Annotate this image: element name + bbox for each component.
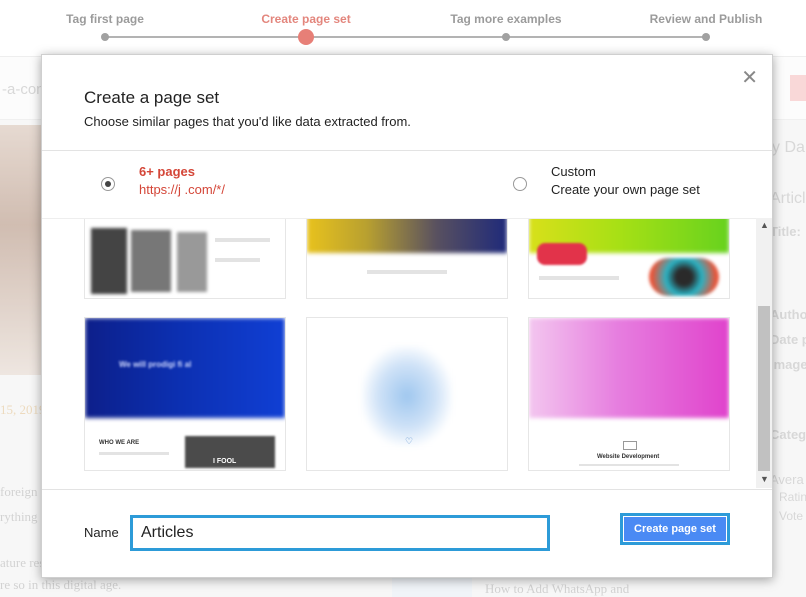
scroll-up-icon[interactable]: ▲ — [760, 220, 769, 230]
dialog-title: Create a page set — [84, 88, 220, 107]
option-pages-url: https://j .com/*/ — [139, 182, 225, 197]
radio-custom[interactable] — [513, 177, 527, 191]
option-pages-title: 6+ pages — [139, 164, 196, 179]
close-icon[interactable]: ✕ — [741, 68, 758, 88]
card-badge-text: I FOOL — [213, 458, 237, 465]
monitor-icon — [623, 441, 637, 450]
page-set-name-input[interactable] — [130, 515, 550, 551]
card-image — [131, 230, 171, 292]
card-image — [177, 232, 207, 292]
card-image — [649, 258, 719, 296]
scrollbar-thumb[interactable] — [758, 306, 770, 471]
card-text-line — [215, 238, 270, 242]
card-text-line — [579, 464, 679, 466]
option-custom-title: Custom — [551, 164, 596, 179]
card-caption: Website Development — [597, 454, 660, 460]
page-preview-card[interactable]: ♡ — [306, 317, 508, 471]
card-text-line — [99, 452, 169, 455]
card-text-line — [215, 258, 260, 262]
dialog-subtitle: Choose similar pages that you'd like dat… — [84, 114, 411, 129]
page-preview-card[interactable]: Website Development — [528, 317, 730, 471]
chevron-down-icon: ♡ — [405, 436, 414, 446]
create-page-set-dialog: ✕ Create a page set Choose similar pages… — [41, 54, 773, 578]
card-text-line — [539, 276, 619, 280]
card-hero — [362, 346, 452, 446]
card-image — [91, 228, 127, 294]
card-caption: WHO WE ARE — [99, 440, 140, 446]
page-preview-card[interactable]: We will prodigi fi al WHO WE ARE I FOOL — [84, 317, 286, 471]
create-page-set-button[interactable]: Create page set — [620, 513, 730, 545]
name-label: Name — [84, 525, 119, 540]
option-custom-subtitle: Create your own page set — [551, 182, 700, 197]
divider — [42, 150, 772, 151]
page-preview-card[interactable] — [84, 219, 286, 299]
divider — [42, 489, 772, 490]
card-hero — [529, 318, 729, 418]
scroll-down-icon[interactable]: ▼ — [760, 474, 769, 484]
preview-scrollbar[interactable]: ▲ ▼ — [756, 218, 772, 488]
card-hero-text: We will prodigi fi al — [119, 360, 192, 369]
radio-pages[interactable] — [101, 177, 115, 191]
card-badge — [537, 243, 587, 265]
card-text-line — [367, 270, 447, 274]
page-preview-card[interactable] — [528, 219, 730, 299]
page-preview-grid: We will prodigi fi al WHO WE ARE I FOOL … — [42, 218, 756, 489]
page-preview-card[interactable] — [306, 219, 508, 299]
card-hero — [307, 219, 507, 253]
